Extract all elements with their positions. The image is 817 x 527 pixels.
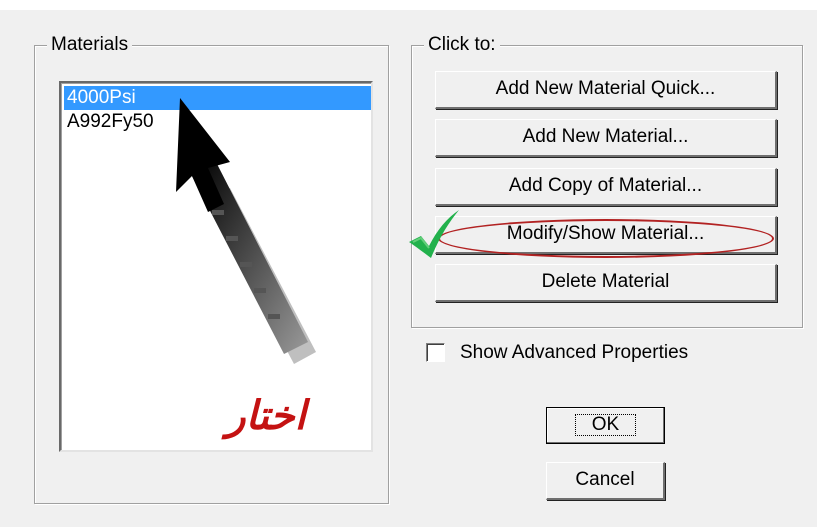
delete-material-button[interactable]: Delete Material (435, 264, 777, 302)
materials-group-title: Materials (47, 34, 133, 56)
material-dialog: Materials 4000Psi A992Fy50 اختار Click t… (0, 0, 817, 527)
cancel-button[interactable]: Cancel (546, 462, 665, 500)
ok-button[interactable]: OK (546, 407, 665, 444)
ok-button-label: OK (574, 414, 637, 436)
top-strip (0, 0, 817, 10)
add-new-material-button[interactable]: Add New Material... (435, 119, 777, 157)
add-copy-of-material-button[interactable]: Add Copy of Material... (435, 168, 777, 206)
show-advanced-properties-checkbox[interactable] (426, 343, 445, 362)
click-to-group-title: Click to: (424, 34, 500, 56)
pointer-arrow-icon (176, 98, 316, 364)
green-check-icon (409, 210, 459, 258)
show-advanced-properties-label[interactable]: Show Advanced Properties (460, 341, 688, 365)
add-new-material-quick-button[interactable]: Add New Material Quick... (435, 71, 777, 109)
arabic-choose-label: اختار (226, 393, 306, 439)
modify-show-material-button[interactable]: Modify/Show Material... (435, 216, 777, 254)
